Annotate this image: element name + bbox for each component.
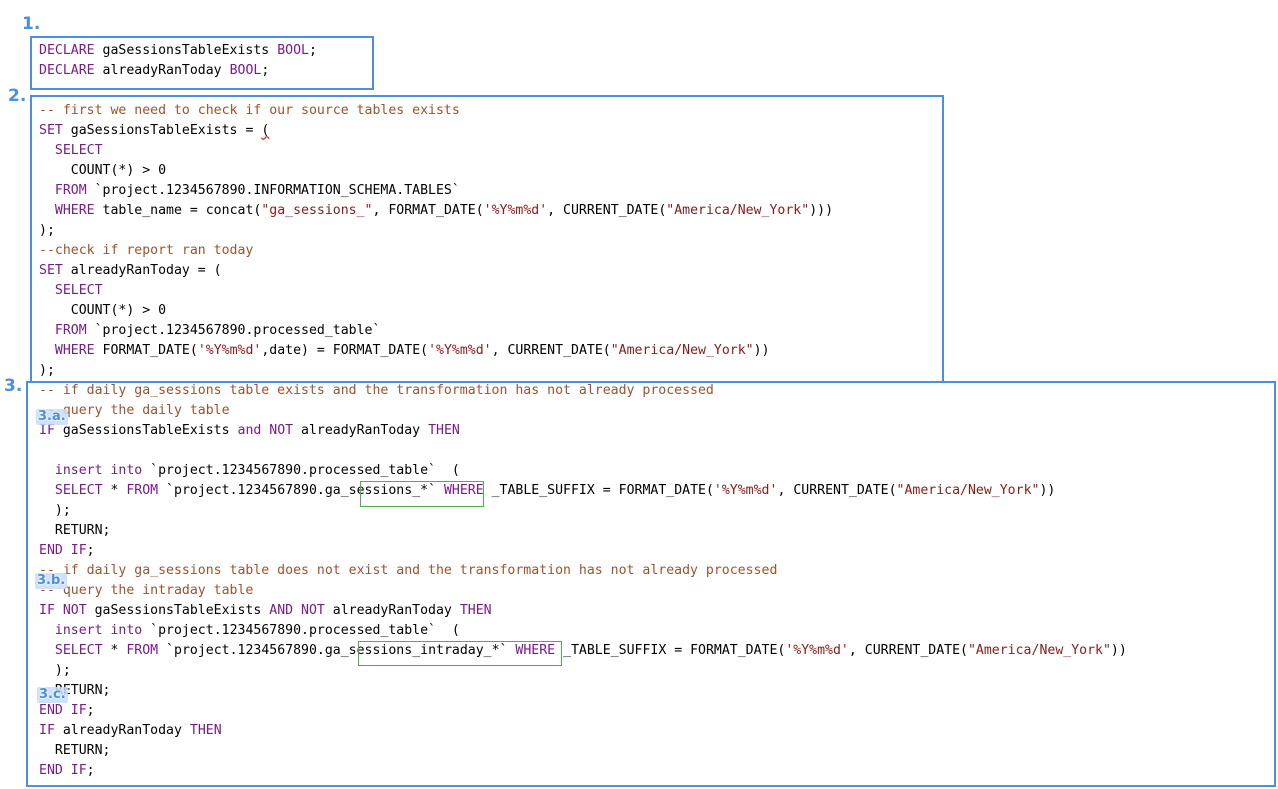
section-3b-label: 3.b. [35, 573, 68, 589]
section-3a-label: 3.a. [36, 409, 68, 425]
section-1-label: 1. [22, 14, 41, 34]
ga-sessions-highlight [360, 481, 484, 507]
section-2-label: 2. [8, 86, 27, 106]
section-3-box [26, 381, 1276, 787]
ga-sessions-intraday-highlight [358, 641, 562, 666]
section-3c-label: 3.c. [37, 687, 68, 703]
section-1-box [30, 36, 374, 90]
section-2-box [30, 95, 944, 383]
section-3-label: 3. [4, 376, 23, 396]
